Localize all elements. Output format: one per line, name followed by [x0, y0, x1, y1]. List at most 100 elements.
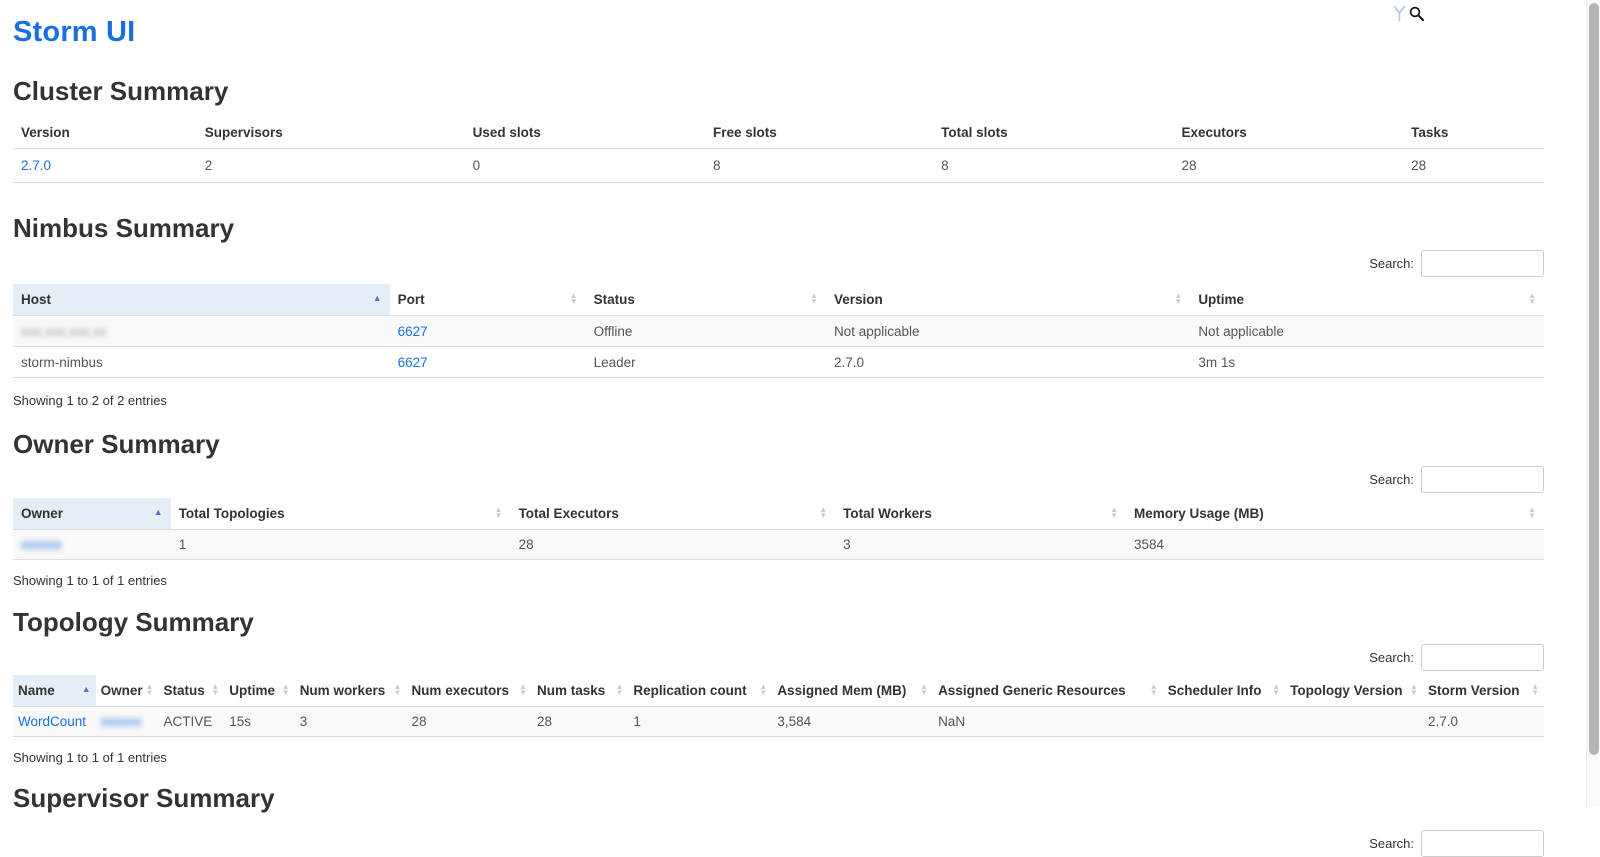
- column-header-free-slots: Free slots: [705, 117, 933, 149]
- column-header-num-executors[interactable]: Num executors▲▼: [406, 675, 532, 707]
- search-label: Search:: [1369, 472, 1414, 487]
- owner-table-info: Showing 1 to 1 of 1 entries: [13, 573, 1544, 588]
- owner-link-redacted[interactable]: xxxxxx: [101, 714, 142, 729]
- sort-both-icon: ▲▼: [570, 293, 578, 304]
- sort-both-icon: ▲▼: [519, 684, 527, 695]
- sort-both-icon: ▲▼: [1150, 684, 1158, 695]
- replication-count-value: 1: [628, 707, 772, 737]
- sort-both-icon: ▲▼: [394, 684, 402, 695]
- column-header-status[interactable]: Status▲▼: [158, 675, 224, 707]
- nimbus-search-input[interactable]: [1421, 250, 1544, 277]
- sort-both-icon: ▲▼: [495, 507, 503, 518]
- column-header-owner[interactable]: Owner▲▼: [96, 675, 159, 707]
- column-header-assigned-generic-resources[interactable]: Assigned Generic Resources▲▼: [933, 675, 1163, 707]
- sort-both-icon: ▲▼: [1410, 684, 1418, 695]
- sort-both-icon: ▲▼: [1174, 293, 1182, 304]
- topology-version-value: [1285, 707, 1423, 737]
- column-header-uptime[interactable]: Uptime▲▼: [224, 675, 294, 707]
- assigned-mem-value: 3,584: [772, 707, 933, 737]
- app-title[interactable]: Storm UI: [13, 16, 1544, 49]
- total-topologies-value: 1: [171, 530, 511, 560]
- scrollbar-thumb[interactable]: [1589, 3, 1599, 755]
- version-link[interactable]: 2.7.0: [21, 158, 51, 173]
- topology-summary-heading: Topology Summary: [13, 607, 1544, 638]
- sort-asc-icon: ▲: [82, 683, 91, 696]
- column-header-host[interactable]: Host▲: [13, 284, 390, 316]
- storm-version-value: 2.7.0: [1423, 707, 1544, 737]
- column-header-status[interactable]: Status▲▼: [586, 284, 826, 316]
- table-row: storm-nimbus 6627 Leader 2.7.0 3m 1s: [13, 347, 1544, 378]
- host-value-redacted: xxx.xxx.xxx.xx: [21, 324, 107, 339]
- owner-summary-table: Owner▲ Total Topologies▲▼ Total Executor…: [13, 498, 1544, 560]
- sort-both-icon: ▲▼: [920, 684, 928, 695]
- column-header-num-tasks[interactable]: Num tasks▲▼: [532, 675, 628, 707]
- tasks-value: 28: [1403, 149, 1544, 183]
- host-value: storm-nimbus: [13, 347, 390, 378]
- column-header-owner[interactable]: Owner▲: [13, 498, 171, 530]
- search-label: Search:: [1369, 650, 1414, 665]
- total-executors-value: 28: [511, 530, 836, 560]
- sort-both-icon: ▲▼: [211, 684, 219, 695]
- column-header-name[interactable]: Name▲: [13, 675, 96, 707]
- column-header-version: Version: [13, 117, 197, 149]
- sort-both-icon: ▲▼: [1528, 507, 1536, 518]
- sort-both-icon: ▲▼: [810, 293, 818, 304]
- num-executors-value: 28: [406, 707, 532, 737]
- cluster-summary-table: Version Supervisors Used slots Free slot…: [13, 117, 1544, 183]
- status-value: Offline: [586, 316, 826, 347]
- topology-name-link[interactable]: WordCount: [18, 714, 86, 729]
- sort-both-icon: ▲▼: [1272, 684, 1280, 695]
- column-header-storm-version[interactable]: Storm Version▲▼: [1423, 675, 1544, 707]
- topology-summary-table: Name▲ Owner▲▼ Status▲▼ Uptime▲▼ Num work…: [13, 675, 1544, 737]
- uptime-value: 3m 1s: [1190, 347, 1544, 378]
- table-row: 2.7.0 2 0 8 8 28 28: [13, 149, 1544, 183]
- search-label: Search:: [1369, 256, 1414, 271]
- column-header-scheduler-info[interactable]: Scheduler Info▲▼: [1163, 675, 1285, 707]
- column-header-num-workers[interactable]: Num workers▲▼: [295, 675, 407, 707]
- sort-both-icon: ▲▼: [146, 684, 154, 695]
- column-header-total-executors[interactable]: Total Executors▲▼: [511, 498, 836, 530]
- topology-search-input[interactable]: [1421, 644, 1544, 671]
- port-link[interactable]: 6627: [398, 355, 428, 370]
- column-header-uptime[interactable]: Uptime▲▼: [1190, 284, 1544, 316]
- column-header-version[interactable]: Version▲▼: [826, 284, 1190, 316]
- status-value: Leader: [586, 347, 826, 378]
- sort-both-icon: ▲▼: [1528, 293, 1536, 304]
- vertical-scrollbar[interactable]: [1586, 0, 1600, 807]
- owner-search-input[interactable]: [1421, 466, 1544, 493]
- column-header-port[interactable]: Port▲▼: [390, 284, 586, 316]
- cluster-summary-heading: Cluster Summary: [13, 76, 1544, 107]
- total-workers-value: 3: [835, 530, 1126, 560]
- version-value: Not applicable: [826, 316, 1190, 347]
- owner-link-redacted[interactable]: xxxxxx: [21, 537, 62, 552]
- column-header-replication-count[interactable]: Replication count▲▼: [628, 675, 772, 707]
- main-content: Storm UI Cluster Summary Version Supervi…: [13, 0, 1544, 857]
- scheduler-info-value: [1163, 707, 1285, 737]
- port-link[interactable]: 6627: [398, 324, 428, 339]
- num-tasks-value: 28: [532, 707, 628, 737]
- column-header-total-topologies[interactable]: Total Topologies▲▼: [171, 498, 511, 530]
- total-slots-value: 8: [933, 149, 1173, 183]
- column-header-topology-version[interactable]: Topology Version▲▼: [1285, 675, 1423, 707]
- owner-summary-heading: Owner Summary: [13, 429, 1544, 460]
- sort-both-icon: ▲▼: [819, 507, 827, 518]
- search-label: Search:: [1369, 836, 1414, 851]
- sort-both-icon: ▲▼: [615, 684, 623, 695]
- status-value: ACTIVE: [158, 707, 224, 737]
- table-row: WordCount xxxxxx ACTIVE 15s 3 28 28 1 3,…: [13, 707, 1544, 737]
- nimbus-table-info: Showing 1 to 2 of 2 entries: [13, 393, 1544, 408]
- uptime-value: 15s: [224, 707, 294, 737]
- free-slots-value: 8: [705, 149, 933, 183]
- sort-both-icon: ▲▼: [759, 684, 767, 695]
- supervisor-summary-heading: Supervisor Summary: [13, 783, 1544, 814]
- supervisors-value: 2: [197, 149, 465, 183]
- column-header-supervisors: Supervisors: [197, 117, 465, 149]
- num-workers-value: 3: [295, 707, 407, 737]
- supervisor-search-input[interactable]: [1421, 830, 1544, 857]
- executors-value: 28: [1173, 149, 1403, 183]
- column-header-memory-usage[interactable]: Memory Usage (MB)▲▼: [1126, 498, 1544, 530]
- nimbus-summary-heading: Nimbus Summary: [13, 213, 1544, 244]
- column-header-total-workers[interactable]: Total Workers▲▼: [835, 498, 1126, 530]
- column-header-assigned-mem[interactable]: Assigned Mem (MB)▲▼: [772, 675, 933, 707]
- sort-both-icon: ▲▼: [1531, 684, 1539, 695]
